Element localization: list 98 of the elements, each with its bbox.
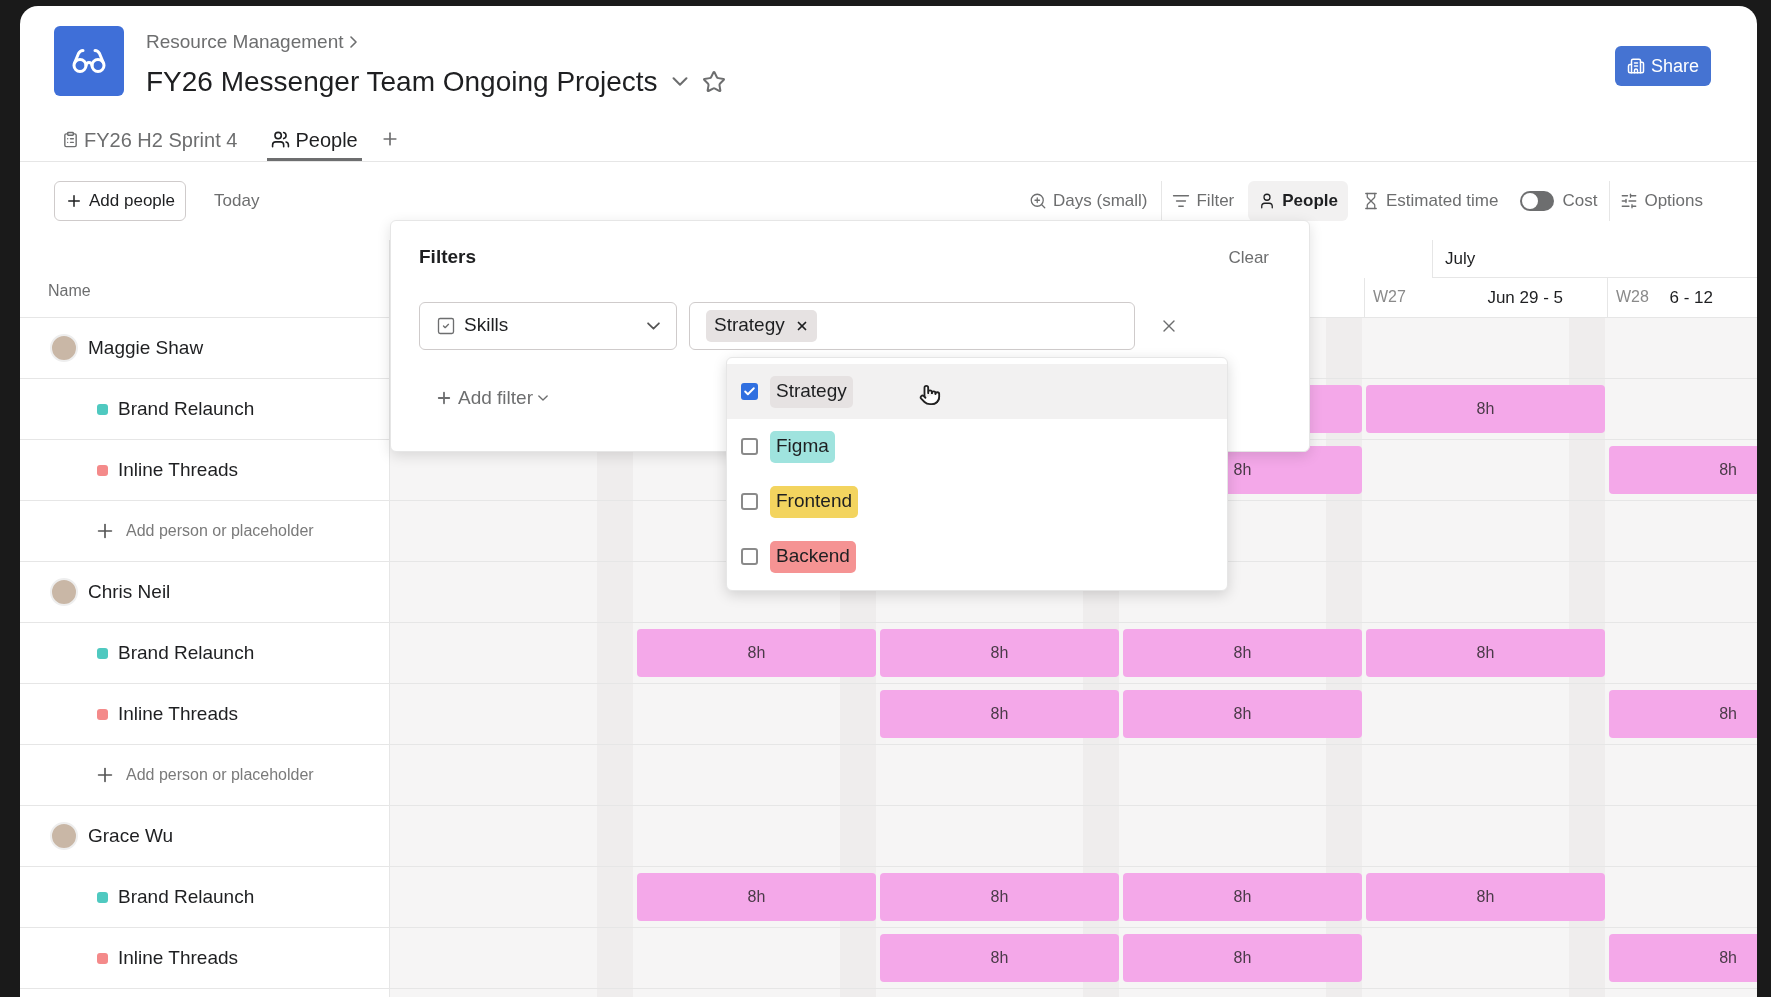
- booking-bar[interactable]: 8h: [1366, 629, 1605, 677]
- booking-bar[interactable]: 8h: [1123, 934, 1362, 982]
- skill-tag: Backend: [770, 540, 856, 573]
- hours-label: 8h: [990, 643, 1009, 663]
- hours-label: 8h: [1233, 643, 1252, 663]
- toolbar-button[interactable]: Estimated time: [1352, 181, 1509, 221]
- booking-bar[interactable]: 8h: [1609, 934, 1757, 982]
- plus-icon: [65, 192, 83, 210]
- hours-label: 8h: [990, 887, 1009, 907]
- week-number: W27: [1373, 287, 1406, 308]
- add-person-link[interactable]: Add person or placeholder: [126, 519, 314, 543]
- clipboard-icon: [62, 131, 79, 148]
- booking-bar[interactable]: 8h: [880, 629, 1119, 677]
- avatar: [50, 334, 78, 362]
- toolbar-button[interactable]: Options: [1609, 181, 1713, 221]
- project-name[interactable]: Inline Threads: [118, 455, 239, 485]
- view-tab[interactable]: FY26 H2 Sprint 4: [58, 121, 242, 161]
- toolbar-button[interactable]: People: [1248, 181, 1348, 221]
- month-label: July: [1445, 247, 1476, 270]
- value-chip: Strategy: [706, 309, 817, 342]
- values-field[interactable]: Strategy: [689, 301, 1135, 350]
- chevron-down-icon[interactable]: [671, 77, 688, 86]
- check-icon: [743, 385, 756, 398]
- checkbox-icon: [436, 315, 456, 336]
- booking-bar[interactable]: 8h: [880, 690, 1119, 738]
- hours-label: 8h: [1719, 704, 1737, 724]
- avatar: [50, 578, 78, 606]
- option-checkbox[interactable]: [741, 438, 758, 455]
- booking-bar[interactable]: 8h: [1609, 446, 1757, 494]
- week-number: W28: [1616, 287, 1649, 308]
- chevron-down-icon: [538, 394, 548, 401]
- person-name[interactable]: Maggie Shaw: [88, 333, 204, 363]
- option-checkbox[interactable]: [741, 548, 758, 565]
- booking-bar[interactable]: 8h: [880, 934, 1119, 982]
- booking-bar[interactable]: 8h: [1123, 690, 1362, 738]
- week-range: 6 - 12: [1669, 286, 1713, 309]
- skill-tag: Frontend: [770, 485, 859, 518]
- project-title: FY26 Messenger Team Ongoing Projects: [146, 64, 658, 99]
- filter-icon: [1172, 192, 1191, 210]
- hours-label: 8h: [1476, 887, 1495, 907]
- popover-title: Filters: [419, 245, 477, 269]
- hours-label: 8h: [1233, 704, 1252, 724]
- hours-label: 8h: [990, 948, 1009, 968]
- today-button[interactable]: Today: [214, 188, 260, 214]
- project-name[interactable]: Inline Threads: [118, 943, 239, 973]
- breadcrumb-link[interactable]: Resource Management: [146, 28, 344, 57]
- chevron-right-icon: [349, 36, 357, 49]
- add-filter-button[interactable]: Add filter: [435, 383, 548, 412]
- add-people-button[interactable]: Add people: [54, 181, 187, 221]
- option-checkbox[interactable]: [741, 493, 758, 510]
- hours-label: 8h: [1233, 948, 1252, 968]
- star-icon[interactable]: [701, 69, 726, 94]
- people-icon: [271, 130, 291, 149]
- option-row[interactable]: Strategy: [727, 364, 1227, 419]
- person-name[interactable]: Grace Wu: [88, 821, 174, 851]
- week-range: Jun 29 - 5: [1487, 286, 1563, 309]
- hand-cursor-icon: [919, 384, 941, 406]
- booking-bar[interactable]: 8h: [1123, 873, 1362, 921]
- hours-label: 8h: [1719, 948, 1737, 968]
- cost-toggle[interactable]: [1520, 191, 1555, 211]
- hours-label: 8h: [990, 704, 1009, 724]
- hours-label: 8h: [1719, 460, 1737, 480]
- option-row[interactable]: Backend: [727, 529, 1227, 584]
- column-header: Name: [48, 281, 91, 301]
- hours-label: 8h: [1476, 399, 1495, 419]
- toggle-label: Cost: [1562, 190, 1598, 213]
- hours-label: 8h: [747, 887, 766, 907]
- clear-button[interactable]: Clear: [1228, 244, 1269, 270]
- booking-bar[interactable]: 8h: [637, 873, 876, 921]
- building-icon: [1626, 57, 1645, 75]
- skill-tag: Figma: [770, 430, 835, 463]
- hourglass-icon: [1362, 192, 1380, 210]
- toolbar-button[interactable]: Days (small): [1019, 181, 1158, 221]
- hours-label: 8h: [747, 643, 766, 663]
- booking-bar[interactable]: 8h: [1609, 690, 1757, 738]
- avatar: [50, 822, 78, 850]
- zoom-icon: [1029, 192, 1047, 210]
- person-name[interactable]: Chris Neil: [88, 577, 171, 607]
- skill-tag: Strategy: [770, 375, 853, 408]
- booking-bar[interactable]: 8h: [637, 629, 876, 677]
- sliders-icon: [1620, 192, 1639, 210]
- option-checkbox[interactable]: [741, 383, 758, 400]
- booking-bar[interactable]: 8h: [1366, 385, 1605, 433]
- add-person-link[interactable]: Add person or placeholder: [126, 763, 314, 787]
- view-tab[interactable]: People: [267, 121, 362, 161]
- booking-bar[interactable]: 8h: [1366, 873, 1605, 921]
- project-name[interactable]: Brand Relaunch: [118, 882, 255, 912]
- booking-bar[interactable]: 8h: [880, 873, 1119, 921]
- project-name[interactable]: Brand Relaunch: [118, 638, 255, 668]
- field-select[interactable]: Skills: [419, 301, 677, 350]
- hours-label: 8h: [1476, 643, 1495, 663]
- hours-label: 8h: [1233, 887, 1252, 907]
- project-name[interactable]: Inline Threads: [118, 699, 239, 729]
- share-button[interactable]: Share: [1614, 46, 1711, 86]
- project-name[interactable]: Brand Relaunch: [118, 394, 255, 424]
- booking-bar[interactable]: 8h: [1123, 629, 1362, 677]
- chevron-down-icon: [647, 321, 660, 330]
- hours-label: 8h: [1233, 460, 1252, 480]
